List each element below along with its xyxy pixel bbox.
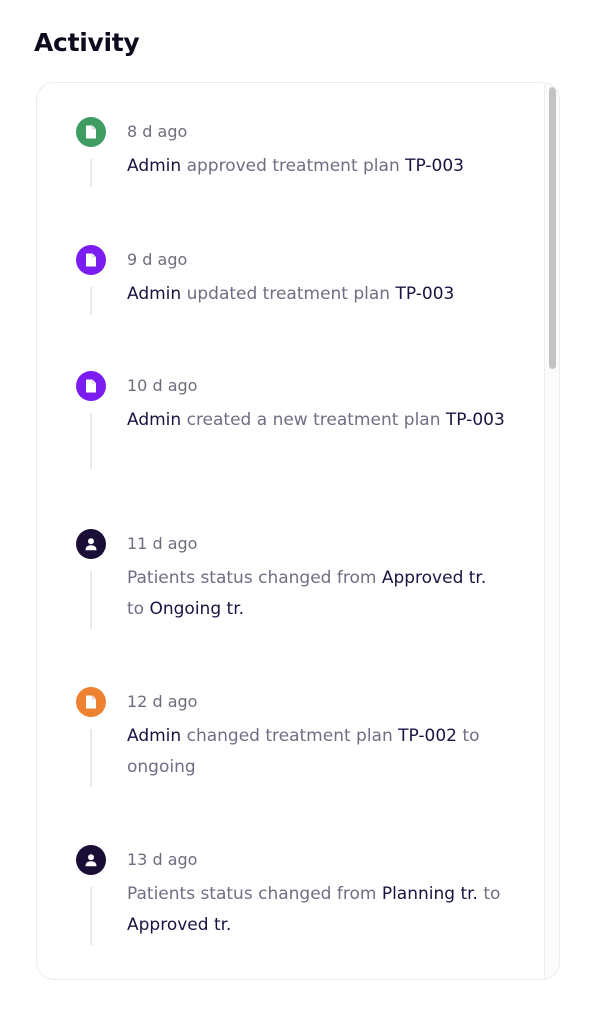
timeline-connector [90,287,92,315]
activity-text: created a new treatment plan [181,410,446,430]
document-icon [76,371,106,401]
activity-entity: TP-002 [398,726,458,746]
activity-text: Patients status changed from [127,884,382,904]
user-icon [76,529,106,559]
activity-panel: 8 d ago Admin approved treatment plan TP-… [36,82,560,980]
activity-text: changed treatment plan [181,726,399,746]
activity-title: Activity [34,28,140,57]
activity-entity: Admin [127,726,182,746]
timeline-connector [90,159,92,187]
activity-description: Admin approved treatment plan TP-003 [127,151,507,182]
activity-entity: Approved tr. [381,568,487,588]
timeline-connector [90,413,92,469]
activity-entity: TP-003 [445,410,505,430]
document-icon [76,117,106,147]
activity-description: Admin changed treatment plan TP-002 to o… [127,721,507,783]
activity-entity: TP-003 [395,284,455,304]
activity-entity: Admin [127,156,182,176]
activity-description: Admin updated treatment plan TP-003 [127,279,507,310]
scrollbar-track[interactable] [544,83,559,979]
activity-entity: TP-003 [405,156,464,176]
user-icon [76,845,106,875]
activity-time: 9 d ago [127,250,188,269]
activity-text: to [477,884,501,904]
timeline-connector [90,571,92,629]
activity-time: 13 d ago [127,850,198,869]
document-icon [76,245,106,275]
activity-time: 11 d ago [127,534,198,553]
activity-text: to [127,599,150,619]
activity-description: Patients status changed from Planning tr… [127,879,507,941]
activity-description: Admin created a new treatment plan TP-00… [127,405,507,436]
timeline-connector [90,729,92,787]
document-icon [76,687,106,717]
activity-entity: Admin [127,284,182,304]
timeline-connector [90,887,92,945]
activity-text: updated treatment plan [181,284,396,304]
activity-entity: Admin [127,410,182,430]
activity-entity: Ongoing tr. [149,599,245,619]
activity-entity: Planning tr. [381,884,478,904]
activity-time: 8 d ago [127,122,188,141]
scrollbar-thumb[interactable] [549,87,556,369]
activity-time: 10 d ago [127,376,198,395]
activity-entity: Approved tr. [127,915,232,935]
activity-text: Patients status changed from [127,568,382,588]
activity-time: 12 d ago [127,692,198,711]
activity-text: approved treatment plan [181,156,406,176]
activity-description: Patients status changed from Approved tr… [127,563,507,625]
